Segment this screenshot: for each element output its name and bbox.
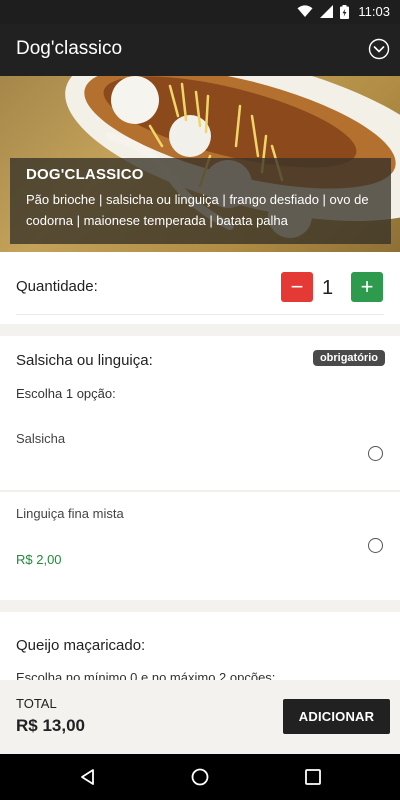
back-icon[interactable] — [78, 767, 98, 787]
quantity-label: Quantidade: — [16, 278, 98, 295]
product-description: Pão brioche | salsicha ou linguiça | fra… — [26, 192, 369, 228]
divider — [0, 490, 400, 492]
decrease-quantity-button[interactable]: − — [281, 272, 313, 302]
battery-icon — [340, 4, 350, 19]
divider — [16, 314, 384, 315]
option-radio[interactable] — [368, 538, 383, 553]
order-footer: TOTAL R$ 13,00 ADICIONAR — [0, 680, 400, 754]
group-hint: Escolha 1 opção: — [16, 386, 116, 401]
group-title-salsicha: Salsicha ou linguiça: — [16, 352, 153, 369]
app-bar: Dog'classico — [0, 24, 400, 76]
product-image: DOG'CLASSICO Pão brioche | salsicha ou l… — [0, 76, 400, 252]
group-hint: Escolha no mínimo 0 e no máximo 2 opções… — [16, 670, 276, 680]
wifi-icon — [297, 5, 313, 17]
product-name: DOG'CLASSICO — [26, 166, 144, 183]
option-name: Salsicha — [16, 431, 66, 446]
total-value: R$ 13,00 — [16, 716, 85, 735]
page-title: Dog'classico — [16, 38, 123, 59]
required-badge: obrigatório — [312, 350, 385, 366]
status-bar: 11:03 — [0, 0, 400, 24]
options-sheet[interactable]: Quantidade: − 1 + Salsicha ou linguiça: … — [0, 252, 400, 680]
option-radio[interactable] — [368, 446, 383, 461]
quantity-value: 1 — [322, 277, 334, 299]
status-icons: 11:03 — [297, 4, 390, 19]
status-time: 11:03 — [358, 4, 390, 19]
quantity-row: Quantidade: − 1 + — [0, 252, 400, 318]
increase-quantity-button[interactable]: + — [351, 272, 383, 302]
signal-icon — [320, 5, 334, 18]
option-price: R$ 2,00 — [16, 552, 62, 567]
navigation-bar — [0, 754, 400, 800]
section-gap — [0, 324, 400, 336]
option-name: Linguiça fina mista — [16, 506, 124, 521]
home-icon[interactable] — [190, 767, 210, 787]
group-title-queijo: Queijo maçaricado: — [16, 637, 146, 654]
add-to-cart-button[interactable]: ADICIONAR — [283, 699, 390, 734]
section-gap — [0, 600, 400, 612]
recents-icon[interactable] — [303, 767, 323, 787]
total-label: TOTAL — [16, 696, 57, 711]
chevron-down-circle-icon[interactable] — [368, 38, 390, 60]
product-info-overlay: DOG'CLASSICO Pão brioche | salsicha ou l… — [10, 158, 391, 244]
